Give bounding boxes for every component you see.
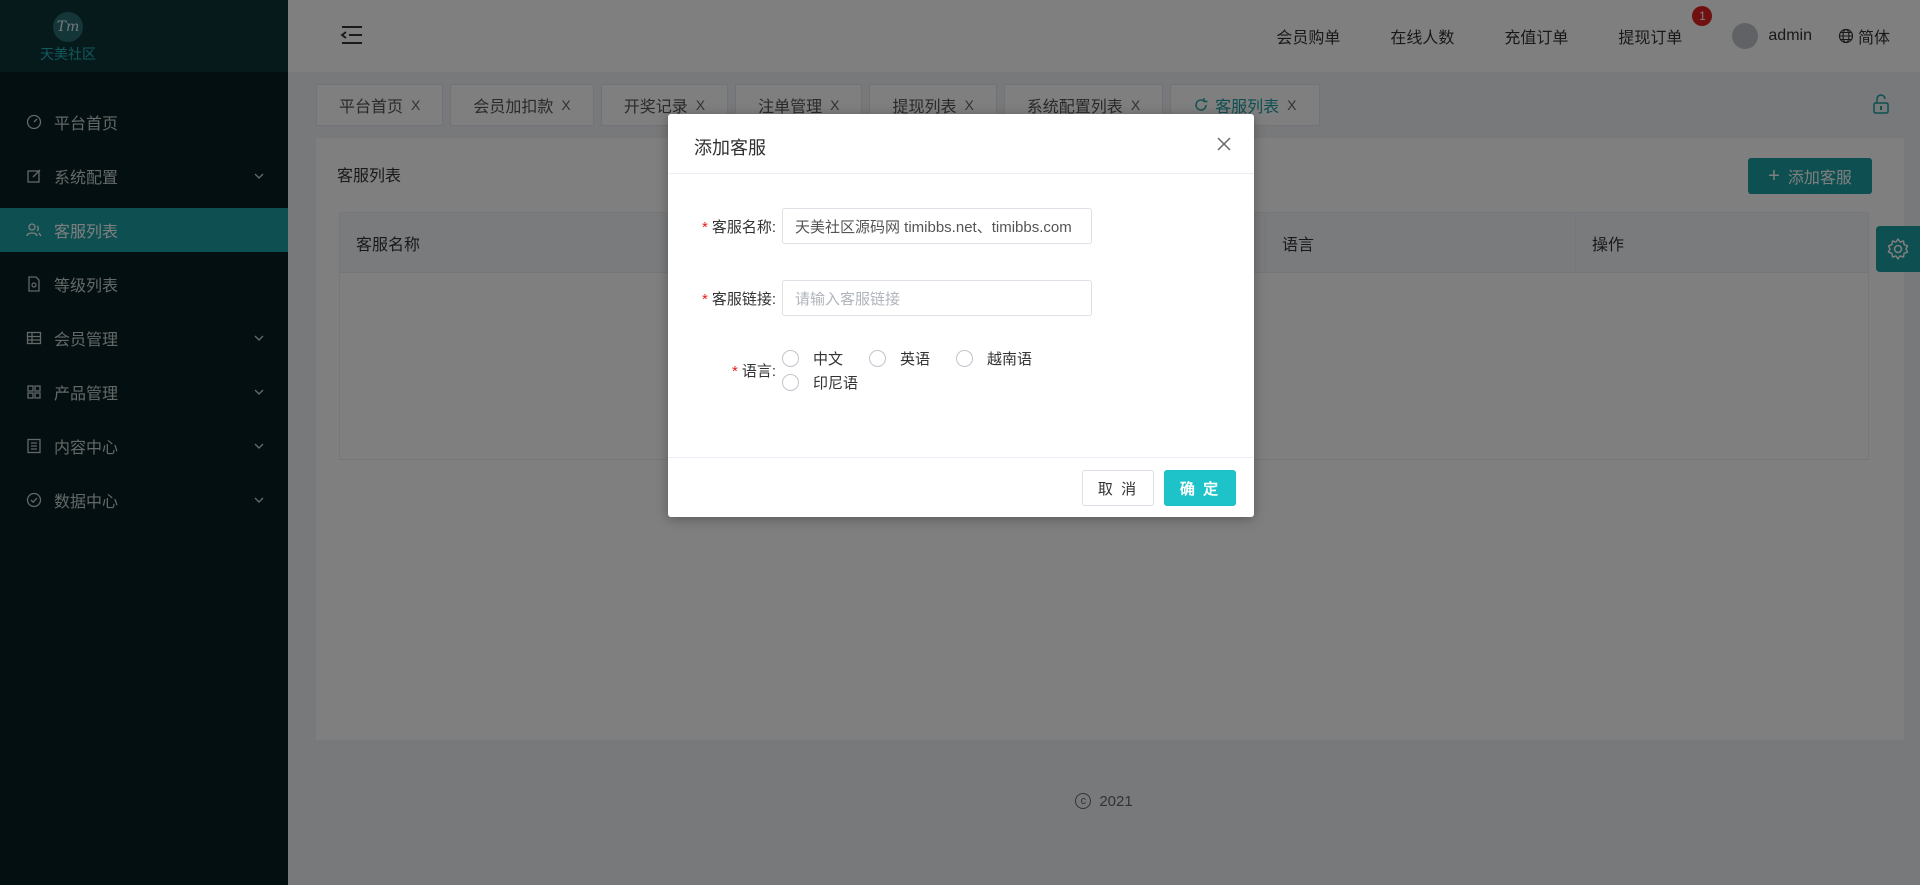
radio-indonesian[interactable]: 印尼语	[782, 370, 858, 394]
language-label: * 语言:	[731, 363, 776, 380]
form-row-name: * 客服名称: 天美社区源码网 timibbs.net、timibbs.com	[668, 208, 1092, 244]
name-label-text: 客服名称:	[711, 218, 776, 236]
dialog-title: 添加客服	[694, 138, 766, 158]
radio-circle	[782, 349, 799, 367]
radio-circle	[782, 373, 799, 391]
cancel-button[interactable]: 取 消	[1082, 470, 1154, 506]
link-label: * 客服链接:	[701, 290, 776, 308]
name-label: * 客服名称:	[701, 218, 776, 236]
radio-label: 中文	[813, 350, 844, 368]
radio-vietnamese[interactable]: 越南语	[956, 346, 1032, 370]
language-radio-group: 中文 英语 越南语 印尼语	[782, 346, 1082, 394]
form-row-link: * 客服链接: 请输入客服链接	[668, 280, 1092, 316]
radio-label: 英语	[900, 350, 931, 368]
form-row-language: * 语言: 中文 英语 越南语 印尼语	[668, 346, 1082, 394]
radio-chinese[interactable]: 中文	[782, 346, 843, 370]
name-input[interactable]: 天美社区源码网 timibbs.net、timibbs.com	[782, 208, 1092, 244]
radio-label: 越南语	[987, 350, 1033, 368]
link-input[interactable]: 请输入客服链接	[782, 280, 1092, 316]
radio-circle	[869, 349, 887, 367]
radio-english[interactable]: 英语	[869, 346, 930, 370]
radio-circle	[956, 349, 974, 367]
dialog-footer: 取 消 确 定	[668, 457, 1254, 517]
close-icon[interactable]	[1216, 136, 1232, 152]
add-customer-service-dialog: 添加客服 * 客服名称: 天美社区源码网 timibbs.net、timibbs.…	[668, 114, 1254, 517]
confirm-button[interactable]: 确 定	[1164, 470, 1236, 506]
dialog-header: 添加客服	[668, 114, 1254, 174]
language-label-text: 语言:	[741, 363, 776, 380]
link-label-text: 客服链接:	[711, 290, 776, 308]
radio-label: 印尼语	[813, 374, 859, 392]
